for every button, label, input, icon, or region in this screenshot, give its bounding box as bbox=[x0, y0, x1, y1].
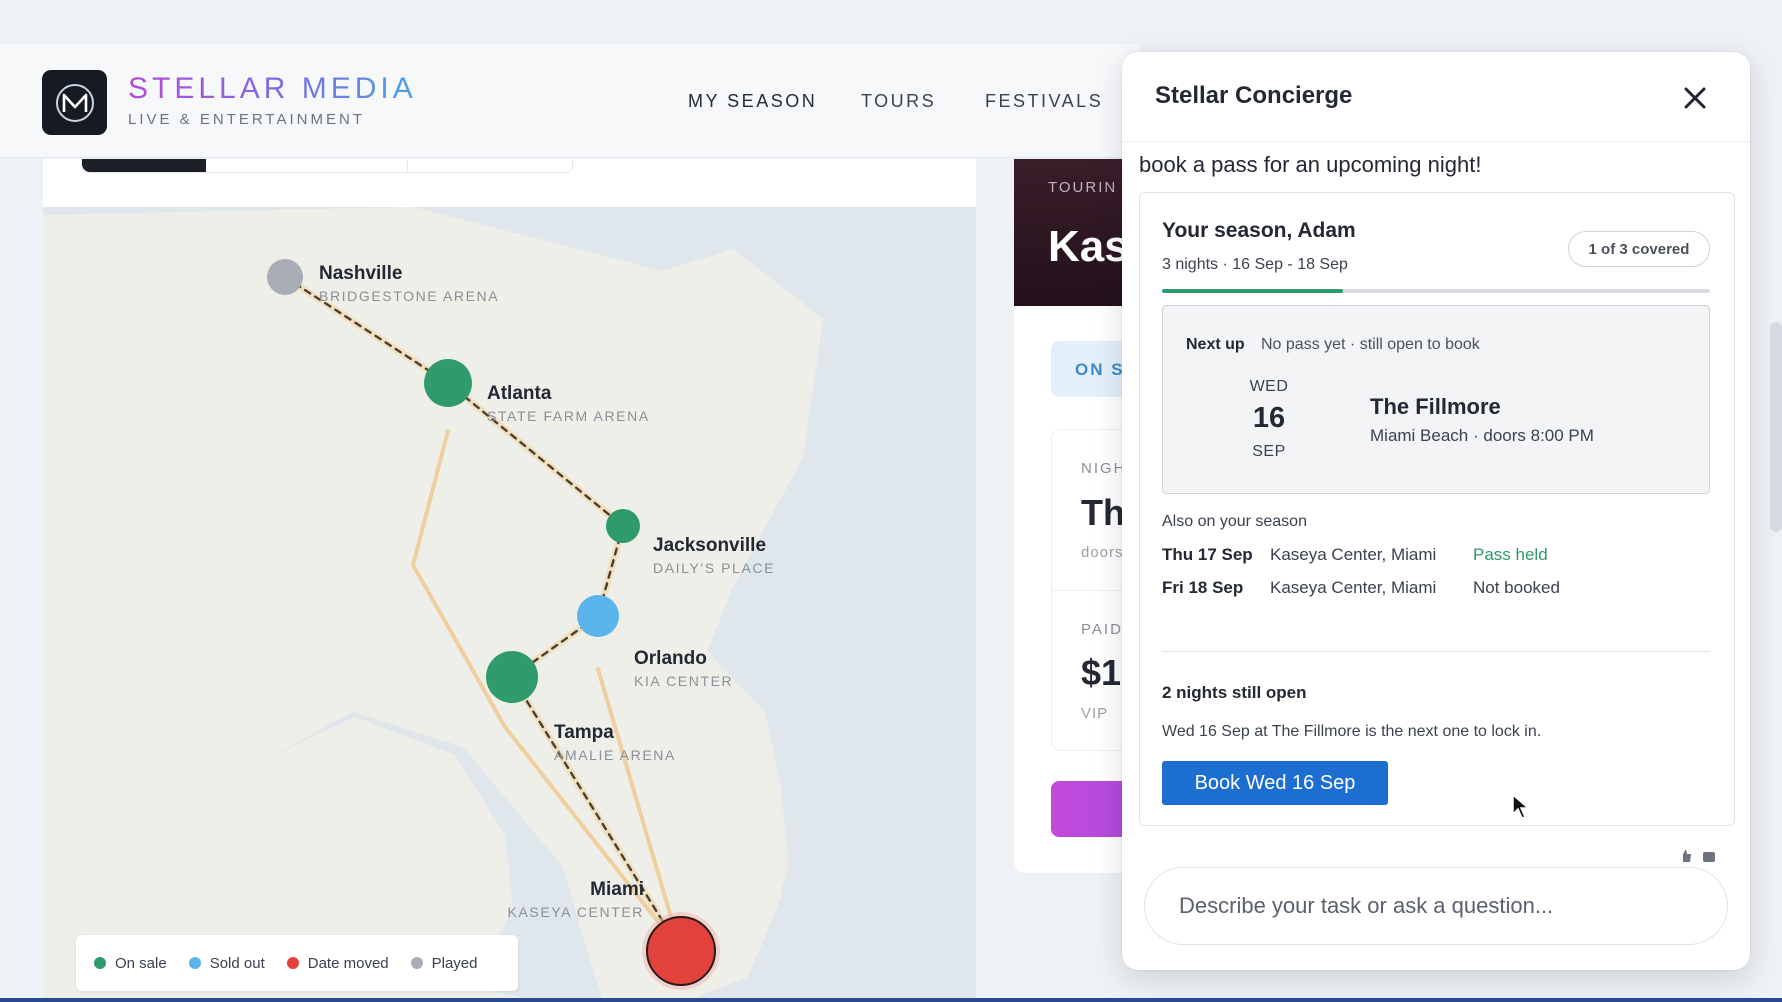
concierge-header: Stellar Concierge bbox=[1122, 52, 1750, 142]
legend-label: Date moved bbox=[307, 954, 389, 972]
date-day: 16 bbox=[1252, 402, 1286, 434]
mouse-cursor-icon bbox=[1512, 793, 1531, 825]
city-name: Atlanta bbox=[487, 383, 552, 404]
paid-label: PAID bbox=[1081, 621, 1123, 638]
city-label-tampa[interactable]: Tampa AMALIE ARENA bbox=[554, 722, 676, 763]
season-subtitle: 3 nights · 16 Sep - 18 Sep bbox=[1162, 256, 1348, 273]
tour-eyebrow: TOURIN bbox=[1048, 179, 1118, 196]
brand-tagline: LIVE & ENTERTAINMENT bbox=[128, 111, 365, 128]
site-header: STELLAR MEDIA LIVE & ENTERTAINMENT MY SE… bbox=[0, 44, 1140, 169]
also-venue: Kaseya Center, Miami bbox=[1270, 578, 1437, 597]
legend-dot-icon bbox=[286, 957, 299, 969]
also-date: Thu 17 Sep bbox=[1162, 545, 1253, 564]
legend-label: Played bbox=[431, 954, 478, 972]
also-status: Not booked bbox=[1473, 578, 1560, 597]
night-value: Th bbox=[1081, 492, 1125, 533]
legend-label: Sold out bbox=[209, 954, 265, 972]
legend-on-sale: On sale bbox=[94, 955, 167, 972]
also-status: Pass held bbox=[1473, 545, 1548, 564]
city-label-nashville[interactable]: Nashville BRIDGESTONE ARENA bbox=[319, 263, 499, 304]
city-venue: KIA CENTER bbox=[634, 673, 734, 689]
city-name: Jacksonville bbox=[653, 535, 767, 556]
concierge-panel: Stellar Concierge book a pass for an upc… bbox=[1122, 52, 1750, 970]
close-icon bbox=[1684, 87, 1706, 109]
city-venue: DAILY'S PLACE bbox=[653, 560, 776, 576]
marker-tampa bbox=[486, 651, 538, 703]
card-divider bbox=[1162, 651, 1710, 652]
city-venue: BRIDGESTONE ARENA bbox=[319, 288, 500, 304]
logo-m-icon bbox=[55, 83, 94, 122]
next-up-box: Next up No pass yet · still open to book… bbox=[1162, 305, 1710, 494]
next-up-status: No pass yet · still open to book bbox=[1261, 336, 1480, 353]
chat-input[interactable] bbox=[1144, 867, 1728, 945]
city-name: Miami bbox=[590, 879, 644, 900]
city-label-orlando[interactable]: Orlando KIA CENTER bbox=[634, 648, 733, 689]
concierge-intro-text: book a pass for an upcoming night! bbox=[1139, 152, 1482, 177]
close-button[interactable] bbox=[1677, 80, 1713, 116]
view-toggle-option-1[interactable] bbox=[82, 159, 206, 172]
marker-atlanta bbox=[424, 359, 472, 407]
city-venue: KASEYA CENTER bbox=[507, 904, 644, 920]
next-up-venue-meta: Miami Beach · doors 8:00 PM bbox=[1370, 426, 1594, 445]
city-name: Tampa bbox=[554, 722, 614, 743]
marker-nashville bbox=[267, 259, 303, 295]
map-legend: On sale Sold out Date moved Played bbox=[76, 935, 518, 991]
season-progress-fill bbox=[1162, 289, 1343, 293]
marker-orlando bbox=[577, 595, 619, 637]
open-nights-title: 2 nights still open bbox=[1162, 683, 1307, 702]
city-name: Orlando bbox=[634, 648, 707, 669]
marker-jacksonville bbox=[606, 509, 640, 543]
legend-played: Played bbox=[410, 954, 478, 972]
city-label-jacksonville[interactable]: Jacksonville DAILY'S PLACE bbox=[653, 535, 775, 576]
view-toggle-option-2[interactable] bbox=[206, 159, 408, 172]
date-weekday: WED bbox=[1249, 378, 1289, 395]
also-venue: Kaseya Center, Miami bbox=[1270, 545, 1437, 564]
legend-date-moved: Date moved bbox=[286, 954, 389, 972]
also-heading: Also on your season bbox=[1162, 513, 1307, 530]
city-name: Nashville bbox=[319, 263, 403, 284]
city-venue: AMALIE ARENA bbox=[554, 747, 676, 763]
nav-festivals[interactable]: FESTIVALS bbox=[985, 91, 1103, 112]
tour-map[interactable]: Nashville BRIDGESTONE ARENA Atlanta STAT… bbox=[43, 207, 976, 1002]
legend-dot-icon bbox=[94, 957, 106, 969]
tour-map-card: Nashville BRIDGESTONE ARENA Atlanta STAT… bbox=[43, 159, 976, 1002]
date-month: SEP bbox=[1252, 443, 1286, 460]
coverage-badge: 1 of 3 covered bbox=[1568, 231, 1710, 267]
season-summary-card: Your season, Adam 3 nights · 16 Sep - 18… bbox=[1139, 192, 1735, 826]
thumbs-down-icon[interactable] bbox=[1703, 852, 1715, 862]
nav-tours[interactable]: TOURS bbox=[861, 91, 936, 112]
next-up-label: Next up bbox=[1186, 336, 1245, 353]
marker-miami bbox=[646, 916, 716, 986]
nav-my-season[interactable]: MY SEASON bbox=[688, 91, 817, 112]
doors-text: doors bbox=[1081, 544, 1124, 561]
book-button[interactable]: Book Wed 16 Sep bbox=[1162, 761, 1388, 805]
bottom-accent-bar bbox=[0, 998, 1782, 1002]
tier-text: VIP bbox=[1081, 705, 1109, 722]
open-nights-text: Wed 16 Sep at The Fillmore is the next o… bbox=[1162, 723, 1542, 740]
night-label: NIGH bbox=[1081, 460, 1127, 477]
brand-name: STELLAR MEDIA bbox=[128, 72, 417, 105]
legend-dot-icon bbox=[188, 957, 201, 969]
view-toggle-option-3[interactable] bbox=[408, 159, 572, 172]
brand-logo[interactable] bbox=[42, 70, 107, 135]
feedback-icons bbox=[1677, 848, 1717, 867]
tour-title: Kas bbox=[1048, 222, 1129, 271]
thumbs-up-icon[interactable] bbox=[1683, 849, 1691, 862]
also-date: Fri 18 Sep bbox=[1162, 578, 1244, 597]
season-title: Your season, Adam bbox=[1162, 219, 1356, 242]
view-toggle bbox=[81, 159, 573, 173]
legend-label: On sale bbox=[115, 954, 167, 972]
season-progress-bar bbox=[1162, 289, 1710, 293]
next-up-date: WED 16 SEP bbox=[1233, 378, 1305, 461]
concierge-title: Stellar Concierge bbox=[1155, 82, 1353, 109]
next-up-venue: The Fillmore bbox=[1370, 394, 1501, 419]
city-venue: STATE FARM ARENA bbox=[487, 408, 650, 424]
page-scrollbar[interactable] bbox=[1770, 322, 1782, 532]
city-label-miami[interactable]: Miami KASEYA CENTER bbox=[498, 879, 644, 920]
legend-dot-icon bbox=[410, 957, 423, 969]
city-label-atlanta[interactable]: Atlanta STATE FARM ARENA bbox=[487, 383, 650, 424]
legend-sold-out: Sold out bbox=[188, 954, 265, 972]
